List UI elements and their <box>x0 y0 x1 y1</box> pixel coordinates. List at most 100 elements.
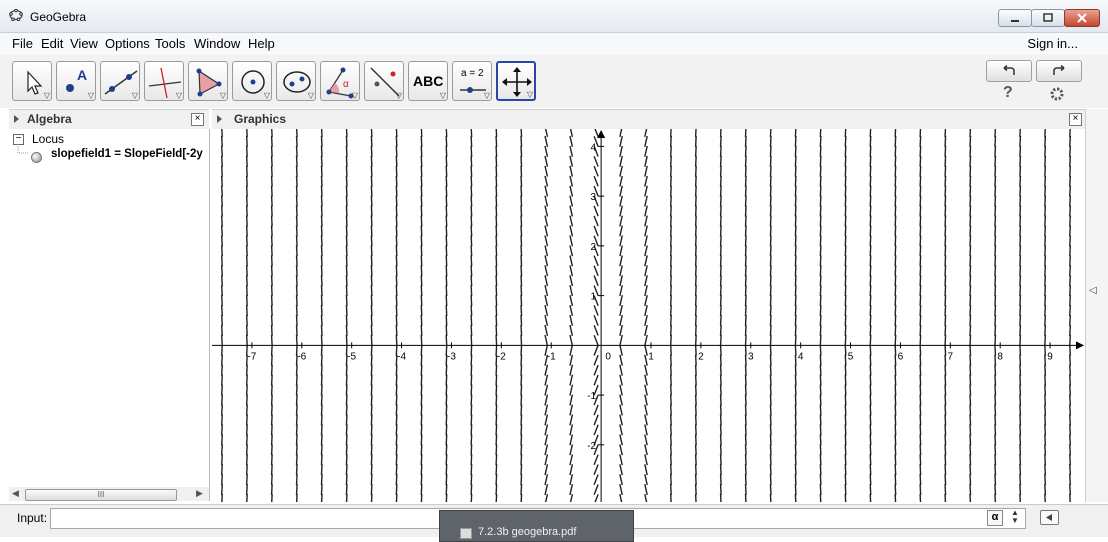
slopefield-definition[interactable]: slopefield1 = SlopeField[-2y <box>51 148 203 160</box>
slope-segment <box>420 314 423 327</box>
algebra-close-button[interactable]: × <box>191 113 204 126</box>
slope-segment <box>619 444 623 456</box>
maximize-button[interactable] <box>1031 9 1065 27</box>
slope-segment <box>919 404 922 416</box>
slope-segment <box>769 444 772 456</box>
slope-segment <box>744 464 747 476</box>
menu-edit[interactable]: Edit <box>41 36 63 51</box>
slope-segment <box>919 225 922 237</box>
slope-segment <box>395 493 398 502</box>
slope-segment <box>594 129 599 137</box>
slope-segment <box>819 265 822 277</box>
slope-segment <box>694 165 697 177</box>
slope-segment <box>819 175 822 187</box>
slope-segment <box>395 434 398 446</box>
slope-segment <box>669 394 672 406</box>
gear-icon[interactable] <box>1049 86 1065 102</box>
move-tool[interactable]: ▽ <box>12 61 52 101</box>
input-help-toggle-button[interactable] <box>1040 510 1059 525</box>
expand-arrow-icon[interactable] <box>14 115 19 123</box>
text-tool[interactable]: ABC ▽ <box>408 61 448 101</box>
scrollbar-thumb[interactable]: III <box>25 489 177 501</box>
menu-view[interactable]: View <box>70 36 98 51</box>
slope-segment <box>220 324 223 336</box>
slope-segment <box>844 354 847 366</box>
slope-segment <box>894 324 897 336</box>
slope-segment <box>669 165 672 177</box>
slope-segment <box>395 414 398 426</box>
slope-segment <box>844 165 847 177</box>
slope-segment <box>844 374 847 386</box>
menu-file[interactable]: File <box>12 36 33 51</box>
slope-segment <box>1069 304 1072 317</box>
slope-segment <box>544 265 549 277</box>
slope-segment <box>869 394 872 406</box>
slope-segment <box>520 285 523 297</box>
slope-segment <box>270 324 273 336</box>
style-bar-toggle-icon[interactable]: ◁ <box>1089 285 1097 296</box>
slope-segment <box>470 444 473 456</box>
circle-tool[interactable]: ▽ <box>232 61 272 101</box>
scroll-right-icon[interactable]: ▶ <box>196 488 203 499</box>
x-tick-label: 7 <box>948 351 954 362</box>
ellipse-tool[interactable]: ▽ <box>276 61 316 101</box>
slope-field-canvas[interactable]: -7 -6 -5 -4 -3 -2 -1 0 1 2 3 4 5 6 7 8 9 1 2 3 4 -1 -2 <box>212 129 1085 502</box>
help-icon[interactable]: ? <box>1003 84 1013 102</box>
slope-segment <box>694 205 697 217</box>
slope-segment <box>769 474 772 486</box>
graphics-view[interactable]: -7 -6 -5 -4 -3 -2 -1 0 1 2 3 4 5 6 7 8 9 1 2 3 4 -1 -2 <box>212 129 1085 502</box>
slope-segment <box>619 195 623 207</box>
slope-segment <box>470 454 473 466</box>
scroll-left-icon[interactable]: ◀ <box>12 488 19 499</box>
slope-segment <box>345 404 348 416</box>
visibility-toggle-icon[interactable] <box>31 152 42 163</box>
slope-segment <box>1044 464 1047 476</box>
slope-segment <box>445 155 448 167</box>
move-graphics-view-tool[interactable]: ▽ <box>496 61 536 101</box>
slope-segment <box>569 129 574 138</box>
undo-button[interactable] <box>986 60 1032 82</box>
expand-arrow-icon[interactable] <box>217 115 222 123</box>
slope-segment <box>544 314 549 326</box>
reflect-tool[interactable]: ▽ <box>364 61 404 101</box>
line-tool[interactable]: ▽ <box>100 61 140 101</box>
minimize-button[interactable] <box>998 9 1032 27</box>
point-tool[interactable]: A ▽ <box>56 61 96 101</box>
slope-segment <box>569 344 574 356</box>
slope-segment <box>520 344 523 356</box>
graphics-close-button[interactable]: × <box>1069 113 1082 126</box>
slope-segment <box>844 474 847 486</box>
menu-options[interactable]: Options <box>105 36 150 51</box>
slope-segment <box>544 255 549 267</box>
close-button[interactable] <box>1064 9 1100 27</box>
slope-segment <box>445 424 448 436</box>
slope-segment <box>819 195 822 207</box>
slope-segment <box>520 414 523 426</box>
slope-segment <box>470 275 473 287</box>
slope-segment <box>320 175 323 187</box>
slope-segment <box>320 354 323 366</box>
x-tick-label: -7 <box>247 351 256 362</box>
slope-segment <box>844 424 847 436</box>
slope-segment <box>844 245 847 257</box>
slider-tool[interactable]: a = 2 ▽ <box>452 61 492 101</box>
slope-segment <box>619 404 623 416</box>
slope-segment <box>345 295 348 307</box>
menu-window[interactable]: Window <box>194 36 240 51</box>
slope-segment <box>844 195 847 207</box>
slope-segment <box>894 265 897 277</box>
menu-tools[interactable]: Tools <box>155 36 185 51</box>
redo-button[interactable] <box>1036 60 1082 82</box>
symbol-alpha-button[interactable]: α <box>987 510 1003 526</box>
slope-segment <box>495 145 498 157</box>
polygon-tool[interactable]: ▽ <box>188 61 228 101</box>
taskbar-thumbnail[interactable]: 7.2.3b geogebra.pdf <box>439 510 634 542</box>
angle-tool[interactable]: α ▽ <box>320 61 360 101</box>
slope-segment <box>593 265 599 277</box>
menu-help[interactable]: Help <box>248 36 275 51</box>
input-history-stepper[interactable]: ▲ ▼ <box>1011 509 1019 525</box>
algebra-horizontal-scrollbar[interactable]: ◀ III ▶ <box>9 487 209 501</box>
perpendicular-line-tool[interactable]: ▽ <box>144 61 184 101</box>
list-item[interactable]: slopefield1 = SlopeField[-2y <box>17 148 207 164</box>
sign-in-link[interactable]: Sign in... <box>1027 36 1078 51</box>
